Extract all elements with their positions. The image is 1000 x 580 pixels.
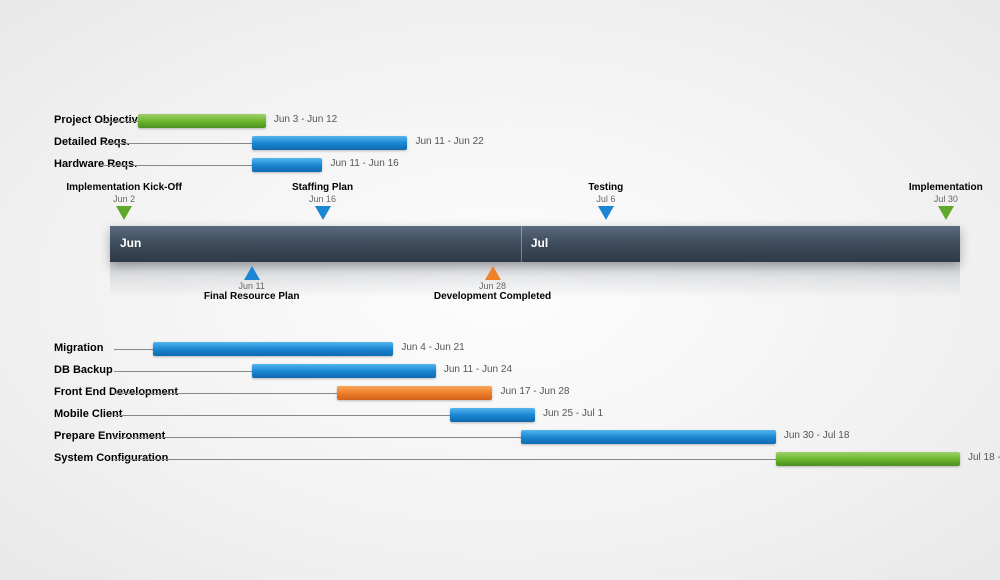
milestone-marker-icon	[116, 206, 132, 220]
milestone: Staffing PlanJun 16	[263, 182, 383, 220]
month-label-jun: Jun	[120, 236, 141, 250]
milestone-title: Final Resource Plan	[192, 291, 312, 302]
task-connector	[114, 415, 450, 416]
milestone-date: Jul 6	[546, 194, 666, 204]
month-divider	[521, 226, 522, 262]
task-connector	[102, 121, 138, 122]
milestone-title: Staffing Plan	[263, 182, 383, 193]
task-connector	[114, 459, 776, 460]
task-range: Jul 18 - Jul 31	[968, 452, 1000, 463]
task-range: Jun 25 - Jul 1	[543, 408, 603, 419]
task-bar	[450, 408, 535, 422]
task-bar	[252, 364, 436, 378]
milestone-date: Jul 30	[886, 194, 1000, 204]
task-label: Front End Development	[54, 386, 178, 398]
milestone-marker-icon	[244, 266, 260, 280]
milestone: Jun 11Final Resource Plan	[192, 264, 312, 302]
task-label: Prepare Environment	[54, 430, 165, 442]
task-bar	[252, 158, 323, 172]
task-bar	[776, 452, 960, 466]
task-connector	[114, 393, 337, 394]
task-range: Jun 4 - Jun 21	[401, 342, 464, 353]
milestone-date: Jun 11	[192, 281, 312, 291]
task-range: Jun 17 - Jun 28	[501, 386, 570, 397]
milestone-marker-icon	[485, 266, 501, 280]
task-label: Hardware Reqs.	[54, 158, 137, 170]
task-label: DB Backup	[54, 364, 113, 376]
milestone-title: Development Completed	[433, 291, 553, 302]
milestone-date: Jun 2	[64, 194, 184, 204]
gantt-chart: Project Objectives Jun 3 - Jun 12 Detailed…	[0, 0, 1000, 580]
milestone-title: Implementation Kick-Off	[64, 182, 184, 193]
task-connector	[102, 165, 252, 166]
milestone-marker-icon	[938, 206, 954, 220]
task-bar	[153, 342, 394, 356]
task-bar	[252, 136, 408, 150]
task-label: Detailed Reqs.	[54, 136, 130, 148]
task-connector	[114, 437, 521, 438]
timeline-axis: Jun Jul	[110, 226, 960, 262]
task-range: Jun 11 - Jun 16	[331, 158, 399, 169]
milestone-date: Jun 28	[433, 281, 553, 291]
task-bar	[138, 114, 266, 128]
milestone-marker-icon	[315, 206, 331, 220]
task-label: Mobile Client	[54, 408, 122, 420]
task-range: Jun 30 - Jul 18	[784, 430, 850, 441]
task-range: Jun 11 - Jun 24	[444, 364, 512, 375]
task-range: Jun 3 - Jun 12	[274, 114, 337, 125]
task-range: Jun 11 - Jun 22	[416, 136, 484, 147]
milestone-marker-icon	[598, 206, 614, 220]
task-connector	[114, 371, 252, 372]
milestone-title: Implementation	[886, 182, 1000, 193]
task-label: Project Objectives	[54, 114, 150, 126]
milestone: TestingJul 6	[546, 182, 666, 220]
milestone-date: Jun 16	[263, 194, 383, 204]
month-label-jul: Jul	[531, 236, 548, 250]
task-connector	[102, 143, 252, 144]
milestone: ImplementationJul 30	[886, 182, 1000, 220]
task-label: System Configuration	[54, 452, 168, 464]
task-label: Migration	[54, 342, 104, 354]
task-bar	[337, 386, 493, 400]
task-bar	[521, 430, 776, 444]
milestone: Implementation Kick-OffJun 2	[64, 182, 184, 220]
milestone: Jun 28Development Completed	[433, 264, 553, 302]
task-connector	[114, 349, 153, 350]
milestone-title: Testing	[546, 182, 666, 193]
